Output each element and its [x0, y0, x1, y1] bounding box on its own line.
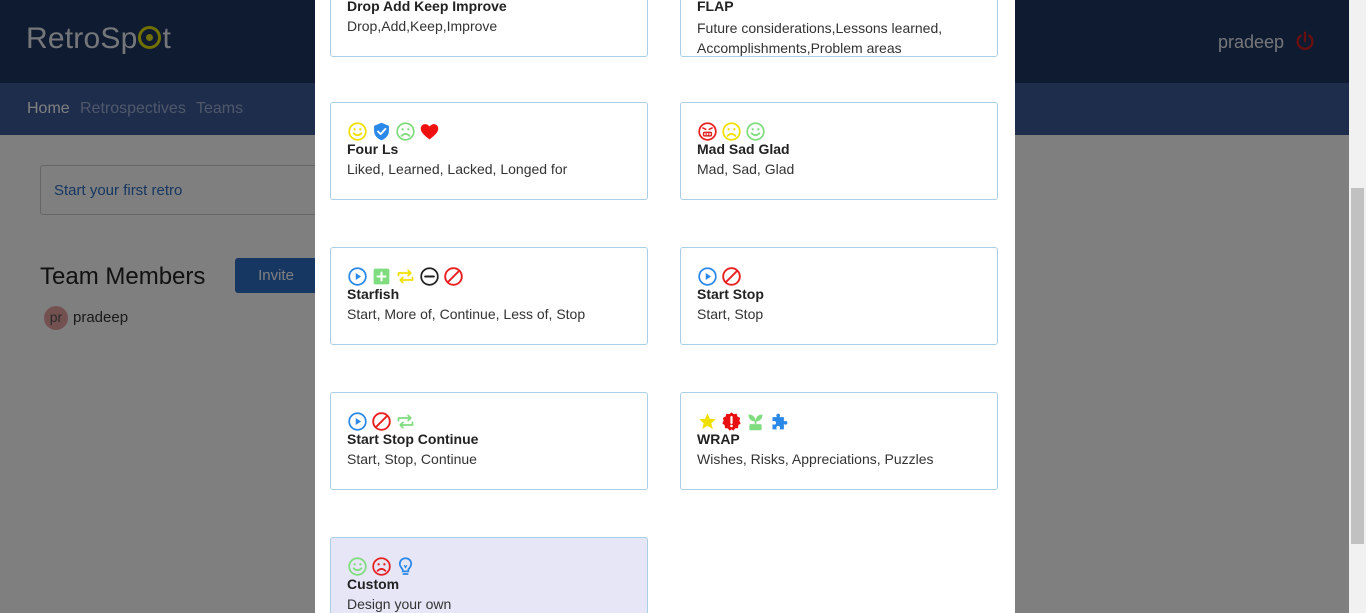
sad-icon — [396, 121, 415, 141]
seedling-icon — [748, 414, 763, 430]
smile-icon — [746, 121, 765, 141]
template-name: Mad Sad Glad — [697, 141, 790, 157]
puzzle-icon — [772, 413, 788, 429]
play-circle-icon — [348, 266, 367, 286]
plus-square-icon — [373, 268, 390, 284]
angry-icon — [698, 121, 717, 141]
template-card-start-stop[interactable]: Start Stop Start, Stop — [680, 247, 998, 345]
template-description: Start, More of, Continue, Less of, Stop — [347, 306, 586, 322]
template-description: Design your own — [347, 596, 452, 612]
template-name: Start Stop Continue — [347, 431, 479, 447]
repeat-icon — [397, 414, 414, 428]
play-circle-icon — [698, 266, 717, 286]
star-icon — [699, 412, 716, 429]
template-name: Starfish — [347, 286, 400, 302]
template-card-wrap[interactable]: WRAP Wishes, Risks, Appreciations, Puzzl… — [680, 392, 998, 490]
template-card-start-stop-continue[interactable]: Start Stop Continue Start, Stop, Continu… — [330, 392, 648, 490]
play-circle-icon — [348, 411, 367, 431]
template-card-four-ls[interactable]: Four Ls Liked, Learned, Lacked, Longed f… — [330, 102, 648, 200]
sad-icon — [722, 121, 741, 141]
template-card-flap[interactable]: FLAP Future considerations,Lessons learn… — [680, 0, 998, 57]
template-card-mad-sad-glad[interactable]: Mad Sad Glad Mad, Sad, Glad — [680, 102, 998, 200]
template-name: Four Ls — [347, 141, 399, 157]
alert-badge-icon — [722, 411, 741, 431]
template-description: Future considerations,Lessons learned, A… — [697, 20, 943, 56]
ban-icon — [444, 266, 463, 286]
template-name: Drop Add Keep Improve — [347, 0, 507, 14]
smile-icon — [348, 556, 367, 576]
repeat-icon — [397, 269, 414, 283]
template-card-drop-add-keep-improve[interactable]: Drop Add Keep Improve Drop,Add,Keep,Impr… — [330, 0, 648, 57]
ban-icon — [372, 411, 391, 431]
template-description: Start, Stop — [697, 306, 764, 322]
ban-icon — [722, 266, 741, 286]
template-description: Wishes, Risks, Appreciations, Puzzles — [697, 451, 934, 467]
template-picker-modal: Drop Add Keep Improve Drop,Add,Keep,Impr… — [315, 0, 1015, 613]
heart-icon — [420, 123, 439, 139]
template-card-custom[interactable]: Custom Design your own — [330, 537, 648, 613]
template-name: Start Stop — [697, 286, 764, 302]
template-description: Mad, Sad, Glad — [697, 161, 795, 177]
template-name: WRAP — [697, 431, 740, 447]
minus-circle-icon — [420, 266, 439, 286]
template-card-starfish[interactable]: Starfish Start, More of, Continue, Less … — [330, 247, 648, 345]
template-description: Liked, Learned, Lacked, Longed for — [347, 161, 568, 177]
template-name: FLAP — [697, 0, 734, 14]
scrollbar-thumb[interactable] — [1351, 188, 1364, 544]
template-name: Custom — [347, 576, 400, 592]
lightbulb-icon — [398, 556, 413, 575]
smile-icon — [348, 121, 367, 141]
shield-check-icon — [374, 122, 389, 140]
template-description: Start, Stop, Continue — [347, 451, 477, 467]
sad-icon — [372, 556, 391, 576]
template-description: Drop,Add,Keep,Improve — [347, 18, 498, 34]
